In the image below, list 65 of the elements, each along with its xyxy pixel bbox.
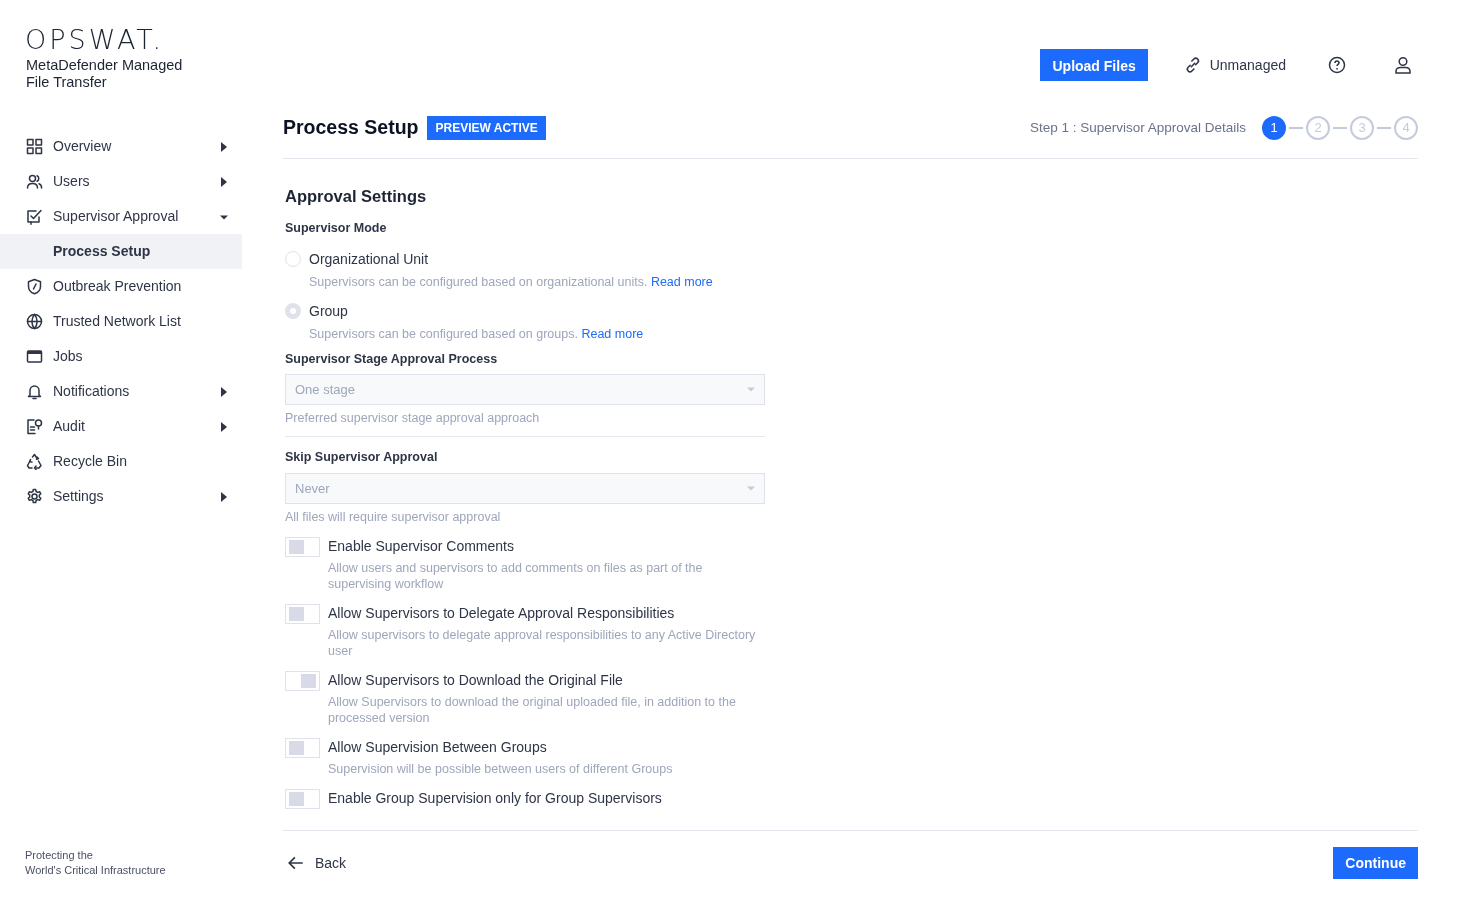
toggle-switch[interactable] bbox=[285, 537, 320, 558]
radio-option[interactable]: Organizational Unit bbox=[285, 248, 765, 270]
radio-option[interactable]: Group bbox=[285, 300, 765, 322]
window-icon bbox=[26, 348, 43, 365]
toggle-label: Enable Supervisor Comments bbox=[328, 537, 515, 556]
status-badge: PREVIEW ACTIVE bbox=[427, 116, 546, 140]
hint-text: All files will require supervisor approval bbox=[285, 509, 502, 526]
help-icon[interactable] bbox=[1328, 56, 1346, 74]
field-label: Skip Supervisor Approval bbox=[285, 449, 439, 467]
sidebar-item[interactable]: Audit bbox=[0, 409, 242, 444]
user-icon[interactable] bbox=[1394, 56, 1412, 74]
sidebar-item[interactable]: Outbreak Prevention bbox=[0, 269, 242, 304]
hint-text: Allow Supervisors to download the original uploaded file, in addition to the processed version bbox=[328, 694, 737, 727]
read-more-link[interactable]: Read more bbox=[650, 274, 713, 289]
toggle-label: Allow Supervisors to Delegate Approval Responsibilities bbox=[328, 604, 676, 623]
read-more-link[interactable]: Read more bbox=[581, 326, 644, 341]
page-title: Process Setup bbox=[283, 116, 419, 140]
tagline: Protecting the World's Critical Infrastructure bbox=[25, 848, 167, 878]
sidebar-item[interactable]: Users bbox=[0, 164, 242, 199]
sidebar-item[interactable]: Recycle Bin bbox=[0, 444, 242, 479]
product-name: MetaDefender Managed File Transfer bbox=[26, 57, 184, 91]
toggle-label: Enable Group Supervision only for Group Supervisors bbox=[328, 789, 662, 808]
checkbox-icon bbox=[26, 208, 43, 225]
sidebar-item[interactable]: Notifications bbox=[0, 374, 242, 409]
sidebar-item[interactable]: Overview bbox=[0, 129, 242, 164]
shield-icon bbox=[26, 278, 43, 295]
sidebar-subitem[interactable]: Process Setup bbox=[0, 234, 242, 269]
hint-text: Supervision will be possible between users of different Groups bbox=[328, 761, 674, 778]
globe-icon bbox=[26, 313, 43, 330]
hint-text: Supervisors can be configured based on groups. Read more bbox=[309, 325, 645, 342]
grid-icon bbox=[26, 138, 43, 155]
hint-text: Preferred supervisor stage approval approach bbox=[285, 410, 541, 427]
step-title: Step 1 : Supervisor Approval Details bbox=[1029, 118, 1246, 137]
logo: OPSWAT. bbox=[25, 26, 166, 53]
sidebar-item[interactable]: Jobs bbox=[0, 339, 242, 374]
link-icon bbox=[1183, 56, 1202, 74]
status-link[interactable]: Unmanaged bbox=[1183, 54, 1286, 76]
users-icon bbox=[26, 173, 43, 190]
toggle-label: Allow Supervision Between Groups bbox=[328, 738, 548, 757]
arrow-left-icon bbox=[287, 854, 305, 872]
hint-text: Allow users and supervisors to add comments on files as part of the supervising workflow bbox=[328, 560, 704, 593]
sidebar-item[interactable]: Settings bbox=[0, 479, 242, 514]
continue-button[interactable]: Continue bbox=[1333, 847, 1418, 879]
hint-text: Supervisors can be configured based on organizational units. Read more bbox=[309, 273, 714, 290]
document-icon bbox=[26, 418, 43, 435]
sidebar-item[interactable]: Trusted Network List bbox=[0, 304, 242, 339]
settings-icon bbox=[26, 488, 43, 505]
back-button[interactable]: Back bbox=[283, 848, 351, 878]
step-indicator: 2 bbox=[1306, 116, 1330, 140]
step-indicator: 1 bbox=[1262, 116, 1286, 140]
toggle-label: Allow Supervisors to Download the Original File bbox=[328, 671, 624, 690]
field-label: Supervisor Mode bbox=[285, 219, 388, 237]
hint-text: Allow supervisors to delegate approval responsibilities to any Active Directory user bbox=[328, 627, 757, 660]
toggle-switch[interactable] bbox=[285, 671, 320, 692]
bell-icon bbox=[26, 383, 43, 400]
section-title: Approval Settings bbox=[285, 187, 428, 207]
step-indicator: 4 bbox=[1394, 116, 1418, 140]
toggle-switch[interactable] bbox=[285, 738, 320, 759]
upload-button[interactable]: Upload Files bbox=[1040, 49, 1148, 81]
sidebar-item[interactable]: Supervisor Approval bbox=[0, 199, 242, 234]
recycle-icon bbox=[26, 453, 43, 470]
field-label: Supervisor Stage Approval Process bbox=[285, 350, 499, 368]
toggle-switch[interactable] bbox=[285, 604, 320, 625]
toggle-switch[interactable] bbox=[285, 789, 320, 810]
step-indicator: 3 bbox=[1350, 116, 1374, 140]
